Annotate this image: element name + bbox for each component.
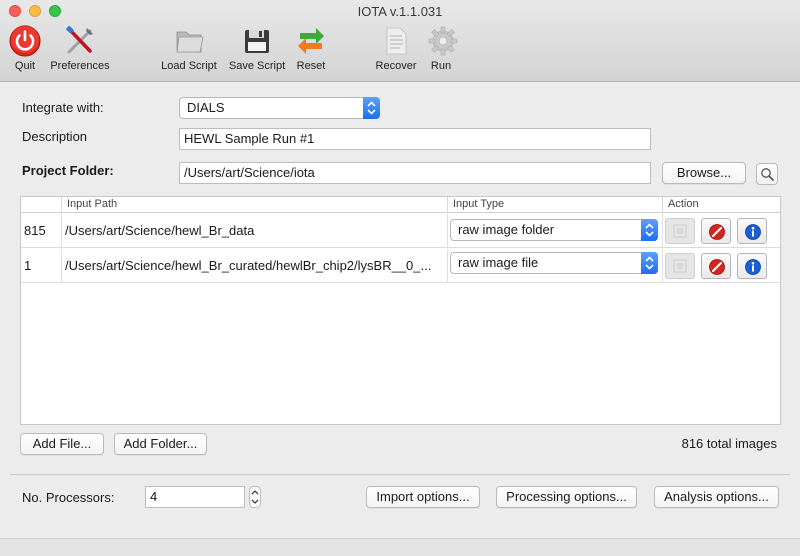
- document-icon: [386, 27, 407, 55]
- integrate-label: Integrate with:: [22, 100, 104, 115]
- updown-chevron-icon: [645, 256, 654, 270]
- quit-label: Quit: [14, 60, 36, 72]
- run-label: Run: [430, 60, 452, 72]
- input-table: Input Path Input Type Action 815 /Users/…: [20, 196, 781, 425]
- no-entry-icon: [709, 224, 725, 240]
- recover-button[interactable]: Recover: [374, 24, 418, 72]
- row-input-path: /Users/art/Science/hewl_Br_curated/hewlB…: [65, 258, 432, 273]
- iota-window: IOTA v.1.1.031 Quit Preferences Load Scr…: [0, 0, 800, 556]
- row-input-type-value: raw image file: [458, 255, 539, 270]
- load-script-button[interactable]: Load Script: [158, 24, 220, 72]
- column-separator[interactable]: [662, 197, 663, 213]
- add-file-button[interactable]: Add File...: [20, 433, 104, 455]
- row-delete-button[interactable]: [701, 253, 731, 279]
- save-script-label: Save Script: [228, 60, 286, 72]
- processing-options-button[interactable]: Processing options...: [496, 486, 637, 508]
- info-icon: [745, 224, 761, 240]
- description-field[interactable]: HEWL Sample Run #1: [179, 128, 651, 150]
- add-folder-button[interactable]: Add Folder...: [114, 433, 207, 455]
- quit-button[interactable]: Quit: [8, 24, 42, 72]
- preferences-label: Preferences: [50, 60, 110, 72]
- save-script-button[interactable]: Save Script: [226, 24, 288, 72]
- browse-button[interactable]: Browse...: [662, 162, 746, 184]
- header-input-type[interactable]: Input Type: [453, 198, 504, 210]
- recover-label: Recover: [375, 60, 417, 72]
- status-bar: [0, 538, 800, 556]
- row-input-type-select[interactable]: raw image file: [450, 252, 658, 274]
- table-header: Input Path Input Type Action: [21, 197, 780, 213]
- swap-arrows-icon: [298, 28, 324, 54]
- image-view-icon: [673, 259, 687, 273]
- reset-button[interactable]: Reset: [294, 24, 328, 72]
- row-input-type-value: raw image folder: [458, 222, 555, 237]
- total-images-count: 816 total images: [681, 436, 777, 451]
- row-input-type-select[interactable]: raw image folder: [450, 219, 658, 241]
- row-input-path: /Users/art/Science/hewl_Br_data: [65, 223, 255, 238]
- integrate-value: DIALS: [187, 100, 225, 115]
- project-folder-label: Project Folder:: [22, 163, 114, 178]
- row-info-button[interactable]: [737, 253, 767, 279]
- run-button[interactable]: Run: [426, 24, 458, 72]
- row-view-button[interactable]: [665, 253, 695, 279]
- select-stepper: [641, 219, 658, 241]
- project-folder-field[interactable]: /Users/art/Science/iota: [179, 162, 651, 184]
- select-stepper: [363, 97, 380, 119]
- load-script-label: Load Script: [161, 60, 217, 72]
- header-input-path[interactable]: Input Path: [67, 198, 117, 210]
- column-separator[interactable]: [61, 197, 62, 213]
- magnifier-icon: [761, 168, 774, 181]
- updown-chevron-icon: [249, 486, 261, 508]
- floppy-disk-icon: [245, 30, 269, 53]
- preferences-button[interactable]: Preferences: [48, 24, 112, 72]
- row-delete-button[interactable]: [701, 218, 731, 244]
- image-view-icon: [673, 224, 687, 238]
- info-icon: [745, 259, 761, 275]
- table-row[interactable]: 1 /Users/art/Science/hewl_Br_curated/hew…: [21, 249, 780, 283]
- updown-chevron-icon: [367, 101, 376, 115]
- processors-field[interactable]: 4: [145, 486, 245, 508]
- row-divider: [447, 214, 448, 248]
- select-stepper: [641, 252, 658, 274]
- description-label: Description: [22, 129, 88, 144]
- processors-label: No. Processors:: [22, 490, 115, 505]
- table-row[interactable]: 815 /Users/art/Science/hewl_Br_data raw …: [21, 214, 780, 248]
- no-entry-icon: [709, 259, 725, 275]
- row-info-button[interactable]: [737, 218, 767, 244]
- window-title: IOTA v.1.1.031: [357, 4, 443, 19]
- import-options-button[interactable]: Import options...: [366, 486, 480, 508]
- row-count: 1: [24, 258, 32, 273]
- processors-stepper[interactable]: [249, 486, 261, 508]
- row-divider: [61, 249, 62, 283]
- power-icon: [9, 25, 41, 57]
- search-folder-button[interactable]: [756, 163, 778, 185]
- integrate-select[interactable]: DIALS: [179, 97, 380, 119]
- tools-icon: [66, 25, 93, 54]
- header-action: Action: [668, 198, 699, 210]
- titlebar-toolbar: IOTA v.1.1.031 Quit Preferences Load Scr…: [0, 0, 800, 82]
- column-separator[interactable]: [447, 197, 448, 213]
- separator-line: [10, 474, 790, 475]
- row-divider: [662, 214, 663, 248]
- row-count: 815: [24, 223, 46, 238]
- folder-icon: [176, 31, 204, 53]
- row-divider: [61, 214, 62, 248]
- row-divider: [447, 249, 448, 283]
- gear-icon: [428, 26, 458, 56]
- analysis-options-button[interactable]: Analysis options...: [654, 486, 779, 508]
- updown-chevron-icon: [645, 223, 654, 237]
- reset-label: Reset: [296, 60, 326, 72]
- row-divider: [662, 249, 663, 283]
- row-view-button[interactable]: [665, 218, 695, 244]
